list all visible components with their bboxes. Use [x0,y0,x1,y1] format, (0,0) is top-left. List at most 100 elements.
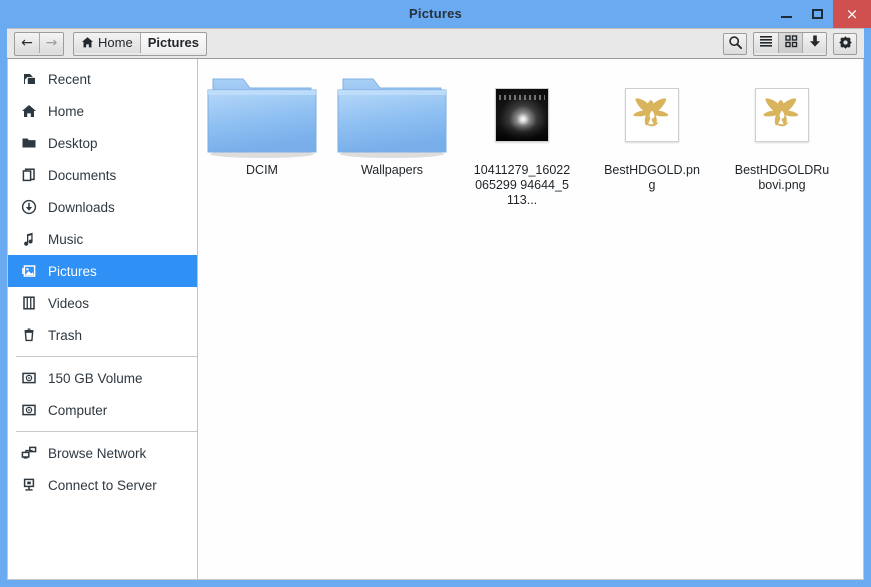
settings-button[interactable] [833,33,857,55]
sidebar-item-videos[interactable]: Videos [8,287,197,319]
sidebar-label-music: Music [48,232,83,247]
image-frame [495,88,549,142]
breadcrumb: Home Pictures [73,32,207,56]
file-thumbnail [199,69,325,161]
file-item-folder[interactable]: Wallpapers [340,69,444,208]
file-item-image[interactable]: BestHDGOLD.png [600,69,704,208]
sidebar-label-browse-network: Browse Network [48,446,146,461]
sidebar-item-trash[interactable]: Trash [8,319,197,351]
sidebar-item-connect-server[interactable]: Connect to Server [8,469,197,501]
sidebar-item-downloads[interactable]: Downloads [8,191,197,223]
maximize-button[interactable] [802,0,833,28]
sidebar-item-volume[interactable]: 150 GB Volume [8,362,197,394]
breadcrumb-label-pictures: Pictures [148,35,199,50]
gear-icon [838,35,853,53]
list-view-icon [759,35,773,50]
folder-icon [329,65,455,165]
minimize-button[interactable] [771,0,802,28]
sidebar-item-desktop[interactable]: Desktop [8,127,197,159]
file-name: BestHDGOLDRubovi.png [732,163,832,193]
sidebar-label-pictures: Pictures [48,264,97,279]
drive-icon [20,402,37,419]
file-item-folder[interactable]: DCIM [210,69,314,208]
file-name: 10411279_16022065299 94644_5113... [472,163,572,208]
sidebar-label-desktop-home: Home [48,104,84,119]
sidebar-label-documents: Documents [48,168,116,183]
sidebar-separator-2 [16,431,197,432]
navigation-group: ← → [14,32,64,56]
toolbar: ← → Home Pictures [7,28,864,59]
close-icon: × [846,7,859,22]
search-button[interactable] [723,33,747,55]
sidebar-label-computer: Computer [48,403,107,418]
network-icon [20,445,37,462]
download-button[interactable] [802,33,826,53]
sidebar-item-computer[interactable]: Computer [8,394,197,426]
file-list-area[interactable]: DCIM Wallpapers [198,59,863,579]
server-icon [20,477,37,494]
file-name: DCIM [246,163,278,178]
sidebar-label-connect-server: Connect to Server [48,478,157,493]
forward-arrow-icon: → [46,36,58,50]
download-circle-icon [20,199,37,216]
home-icon [20,103,37,120]
desktop-folder-icon [20,135,37,152]
minimize-icon [781,16,792,18]
title-bar: Pictures × [0,0,871,28]
file-thumbnail [625,69,679,161]
close-button[interactable]: × [833,0,871,28]
back-arrow-icon: ← [21,36,33,50]
breadcrumb-item-pictures[interactable]: Pictures [140,33,206,53]
file-thumbnail [495,69,549,161]
sidebar: Recent Home Desktop [8,59,198,579]
sidebar-item-music[interactable]: Music [8,223,197,255]
pictures-icon [20,263,37,280]
window-title: Pictures [0,0,871,28]
film-icon [20,295,37,312]
trash-icon [20,327,37,344]
breadcrumb-label-home: Home [98,35,133,50]
file-item-image[interactable]: 10411279_16022065299 94644_5113... [470,69,574,208]
icon-grid: DCIM Wallpapers [210,69,863,216]
image-frame [755,88,809,142]
back-button[interactable]: ← [15,33,39,53]
drive-icon [20,370,37,387]
search-icon [728,35,743,53]
window-body: Recent Home Desktop [7,59,864,580]
grid-view-button[interactable] [778,33,802,53]
sidebar-label-trash: Trash [48,328,82,343]
file-item-image[interactable]: BestHDGOLDRubovi.png [730,69,834,208]
sidebar-label-downloads: Downloads [48,200,115,215]
list-view-button[interactable] [754,33,778,53]
file-manager-window: Pictures × ← → [0,0,871,587]
forward-button[interactable]: → [39,33,63,53]
sidebar-item-pictures[interactable]: Pictures [8,255,197,287]
file-name: BestHDGOLD.png [602,163,702,193]
window-controls: × [771,0,871,28]
eagle-logo-icon [628,93,676,137]
home-icon [81,36,94,49]
download-icon [808,34,822,51]
sidebar-label-volume: 150 GB Volume [48,371,143,386]
sidebar-separator-1 [16,356,197,357]
documents-icon [20,167,37,184]
breadcrumb-item-home[interactable]: Home [74,33,140,53]
image-frame [625,88,679,142]
toolbar-actions [723,32,857,56]
file-thumbnail [755,69,809,161]
eagle-logo-icon [758,93,806,137]
sidebar-item-browse-network[interactable]: Browse Network [8,437,197,469]
sidebar-item-home[interactable]: Home [8,95,197,127]
sidebar-label-desktop: Desktop [48,136,98,151]
sidebar-label-videos: Videos [48,296,89,311]
maximize-icon [812,9,823,19]
sidebar-item-recent[interactable]: Recent [8,63,197,95]
photo-thumbnail-icon [496,89,548,141]
view-mode-group [753,32,827,56]
sidebar-item-documents[interactable]: Documents [8,159,197,191]
folder-icon [199,65,325,165]
recent-icon [20,71,37,88]
sidebar-label-recent: Recent [48,72,91,87]
music-note-icon [20,231,37,248]
grid-view-icon [784,34,798,51]
